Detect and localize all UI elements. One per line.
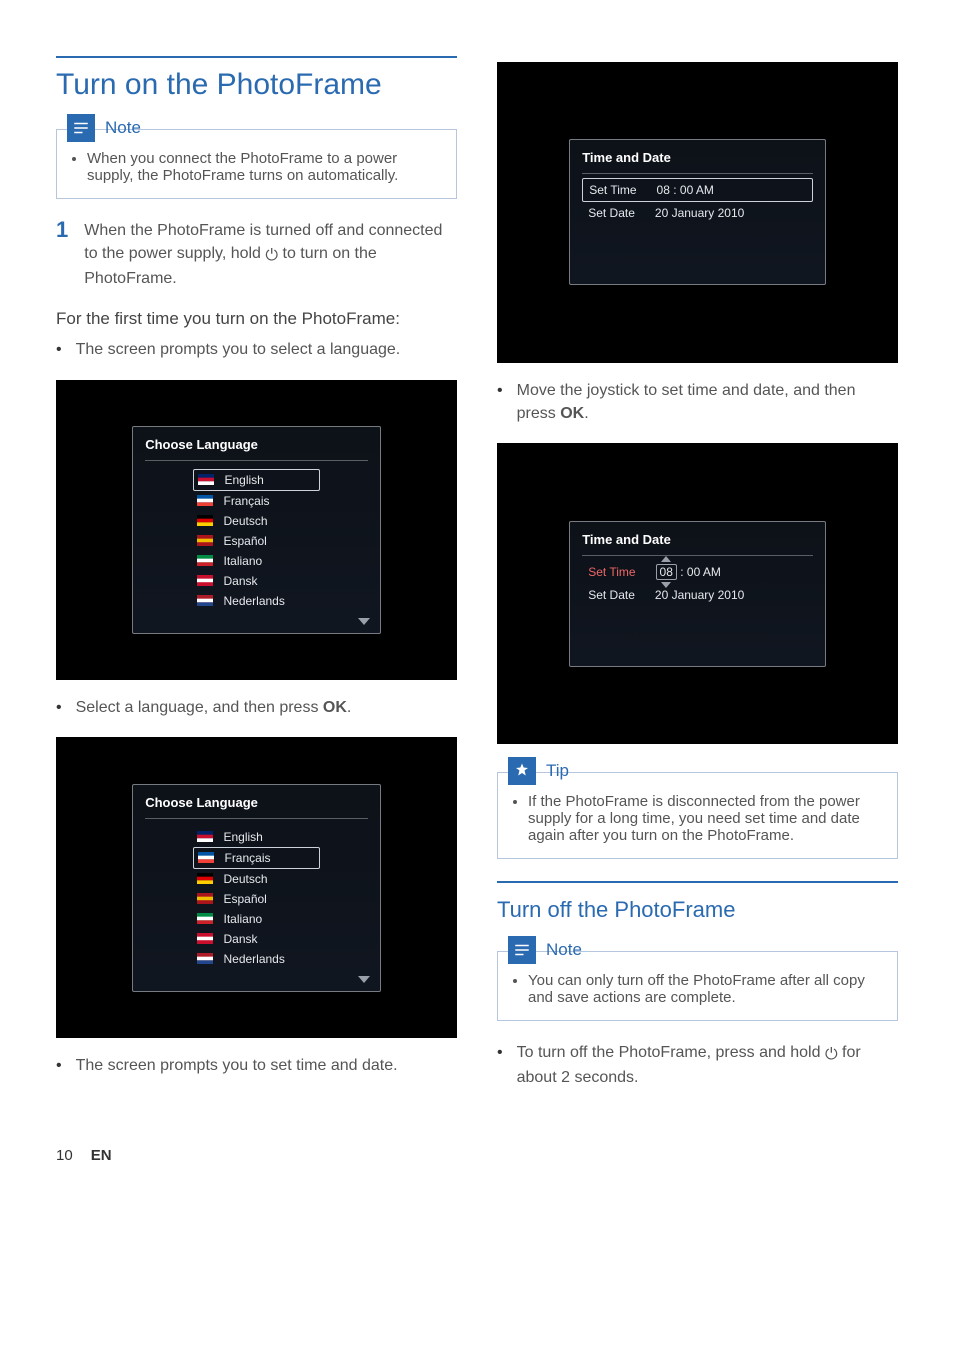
tip-icon: [508, 757, 536, 785]
language-item: Deutsch: [193, 511, 319, 531]
language-label: Español: [223, 534, 266, 548]
power-icon: ⏻: [825, 1046, 838, 1063]
screenshot-choose-language-1: Choose Language English Français Deutsch Es…: [56, 380, 457, 681]
language-item: Deutsch: [193, 869, 319, 889]
step-1-number: 1: [56, 219, 68, 291]
language-item: Italiano: [193, 551, 319, 571]
set-time-row-edit: Set Time 08 : 00 AM: [582, 560, 813, 584]
note-label: Note: [105, 118, 141, 138]
ok-label-2: OK: [560, 405, 584, 422]
set-date-value: 20 January 2010: [655, 206, 807, 220]
language-item: Dansk: [193, 929, 319, 949]
language-item: Dansk: [193, 571, 319, 591]
td-title-2: Time and Date: [582, 532, 813, 547]
set-time-row: Set Time 08 : 00 AM: [582, 178, 813, 202]
note-callout-2: Note You can only turn off the PhotoFram…: [497, 951, 898, 1021]
note-text-2: You can only turn off the PhotoFrame aft…: [528, 972, 885, 1006]
tip-callout: Tip If the PhotoFrame is disconnected fr…: [497, 772, 898, 859]
bullet-set-time-prompt: The screen prompts you to set time and d…: [76, 1054, 398, 1077]
bullet-select-language-a: Select a language, and then press: [76, 699, 323, 716]
bullet-turn-off-a: To turn off the PhotoFrame, press and ho…: [517, 1044, 825, 1061]
language-item: Nederlands: [193, 949, 319, 969]
note-icon: [67, 114, 95, 142]
language-item: Español: [193, 531, 319, 551]
language-label: Italiano: [223, 554, 262, 568]
screenshot-time-date-1: Time and Date Set Time 08 : 00 AM Set Da…: [497, 62, 898, 363]
language-item: English: [193, 827, 319, 847]
step-1-text-a: When the PhotoFrame is turned off and co…: [84, 222, 442, 262]
hour-spinner: 08: [656, 564, 677, 580]
set-date-row: Set Date 20 January 2010: [582, 202, 813, 224]
language-item: English: [193, 469, 319, 491]
bullet-move-joystick-c: .: [584, 405, 588, 422]
set-date-value-2: 20 January 2010: [655, 588, 807, 602]
first-time-subhead: For the first time you turn on the Photo…: [56, 307, 457, 331]
heading-turn-off: Turn off the PhotoFrame: [497, 897, 898, 923]
language-label: English: [224, 473, 263, 487]
language-label: Nederlands: [223, 594, 284, 608]
language-label: Français: [224, 851, 270, 865]
power-icon: ⏻: [265, 247, 278, 264]
language-label: English: [223, 830, 262, 844]
bullet-select-language-prompt: The screen prompts you to select a langu…: [76, 338, 401, 361]
tip-text: If the PhotoFrame is disconnected from t…: [528, 793, 885, 844]
language-label: Español: [223, 892, 266, 906]
td-title-1: Time and Date: [582, 150, 813, 165]
set-date-row-2: Set Date 20 January 2010: [582, 584, 813, 606]
note-callout: Note When you connect the PhotoFrame to …: [56, 129, 457, 199]
language-item: Italiano: [193, 909, 319, 929]
set-date-label: Set Date: [588, 206, 635, 220]
hour-rest: : 00 AM: [677, 565, 721, 579]
note-text: When you connect the PhotoFrame to a pow…: [87, 150, 444, 184]
language-label: Deutsch: [223, 514, 267, 528]
language-item: Español: [193, 889, 319, 909]
hour-value: 08: [660, 565, 673, 579]
language-item: Français: [193, 491, 319, 511]
bullet-select-language-c: .: [347, 699, 351, 716]
page-number: 10: [56, 1147, 73, 1164]
language-label: Dansk: [223, 574, 257, 588]
screenshot-time-date-2: Time and Date Set Time 08 : 00 AM Set Da…: [497, 443, 898, 744]
screenshot-choose-language-2: Choose Language English Français Deutsch Es…: [56, 737, 457, 1038]
language-label: Deutsch: [223, 872, 267, 886]
note-label-2: Note: [546, 940, 582, 960]
ok-label-1: OK: [323, 699, 347, 716]
language-label: Dansk: [223, 932, 257, 946]
language-item: Français: [193, 847, 319, 869]
language-label: Italiano: [223, 912, 262, 926]
page-lang: EN: [91, 1147, 112, 1164]
set-time-label-2: Set Time: [588, 565, 635, 579]
set-time-label: Set Time: [589, 183, 636, 197]
set-date-label-2: Set Date: [588, 588, 635, 602]
language-item: Nederlands: [193, 591, 319, 611]
tip-label: Tip: [546, 761, 569, 781]
chevron-down-icon: [358, 618, 370, 625]
language-label: Français: [223, 494, 269, 508]
set-time-value: 08 : 00 AM: [657, 183, 806, 197]
lang-menu-title-1: Choose Language: [145, 437, 368, 452]
page-footer: 10 EN: [56, 1147, 898, 1164]
lang-menu-title-2: Choose Language: [145, 795, 368, 810]
note-icon: [508, 936, 536, 964]
chevron-down-icon: [358, 976, 370, 983]
language-label: Nederlands: [223, 952, 284, 966]
heading-turn-on: Turn on the PhotoFrame: [56, 68, 457, 101]
step-1: 1 When the PhotoFrame is turned off and …: [56, 219, 457, 291]
